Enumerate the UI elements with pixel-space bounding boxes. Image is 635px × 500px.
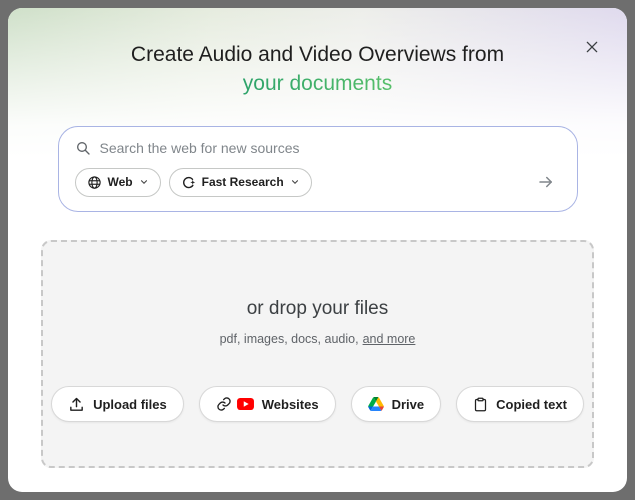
websites-label: Websites xyxy=(261,396,319,412)
search-box: Web xyxy=(57,126,578,212)
upload-files-label: Upload files xyxy=(93,396,167,412)
close-icon xyxy=(584,39,600,55)
search-input[interactable] xyxy=(99,140,561,156)
dialog-title-line2: your documents xyxy=(243,69,392,98)
arrow-right-icon xyxy=(537,173,555,191)
drop-zone-heading: or drop your files xyxy=(246,298,389,319)
screen-background: Create Audio and Video Overviews from yo… xyxy=(0,0,635,500)
close-button[interactable] xyxy=(577,32,607,62)
search-icon xyxy=(75,140,91,156)
source-buttons-row: Upload files Websites Drive Copied text xyxy=(51,386,584,422)
source-selector-web[interactable]: Web xyxy=(74,167,161,197)
drive-icon xyxy=(367,397,384,411)
globe-icon xyxy=(87,175,102,190)
upload-files-button[interactable]: Upload files xyxy=(51,386,184,422)
mode-selector-label: Fast Research xyxy=(201,175,284,189)
clipboard-icon xyxy=(473,397,488,412)
file-drop-zone[interactable]: or drop your files pdf, images, docs, au… xyxy=(41,240,594,468)
drive-button[interactable]: Drive xyxy=(350,386,442,422)
dialog-title-line1: Create Audio and Video Overviews from xyxy=(130,43,505,66)
and-more-link[interactable]: and more xyxy=(363,332,416,346)
sparkle-icon xyxy=(181,175,196,190)
copied-text-button[interactable]: Copied text xyxy=(456,386,584,422)
youtube-icon xyxy=(236,398,254,410)
file-types-text: pdf, images, docs, audio, xyxy=(219,332,359,346)
create-overview-dialog: Create Audio and Video Overviews from yo… xyxy=(8,8,627,492)
upload-icon xyxy=(68,396,85,413)
copied-text-label: Copied text xyxy=(496,396,567,412)
websites-button[interactable]: Websites xyxy=(198,386,336,422)
chevron-down-icon xyxy=(290,177,300,187)
chevron-down-icon xyxy=(139,177,149,187)
drop-zone-subtext: pdf, images, docs, audio, and more xyxy=(220,332,416,346)
drive-label: Drive xyxy=(391,396,425,412)
dialog-title: Create Audio and Video Overviews from yo… xyxy=(8,8,627,98)
search-submit-button[interactable] xyxy=(531,167,561,197)
mode-selector-fast-research[interactable]: Fast Research xyxy=(168,167,312,197)
link-icon xyxy=(216,396,232,412)
source-selector-label: Web xyxy=(107,175,133,189)
